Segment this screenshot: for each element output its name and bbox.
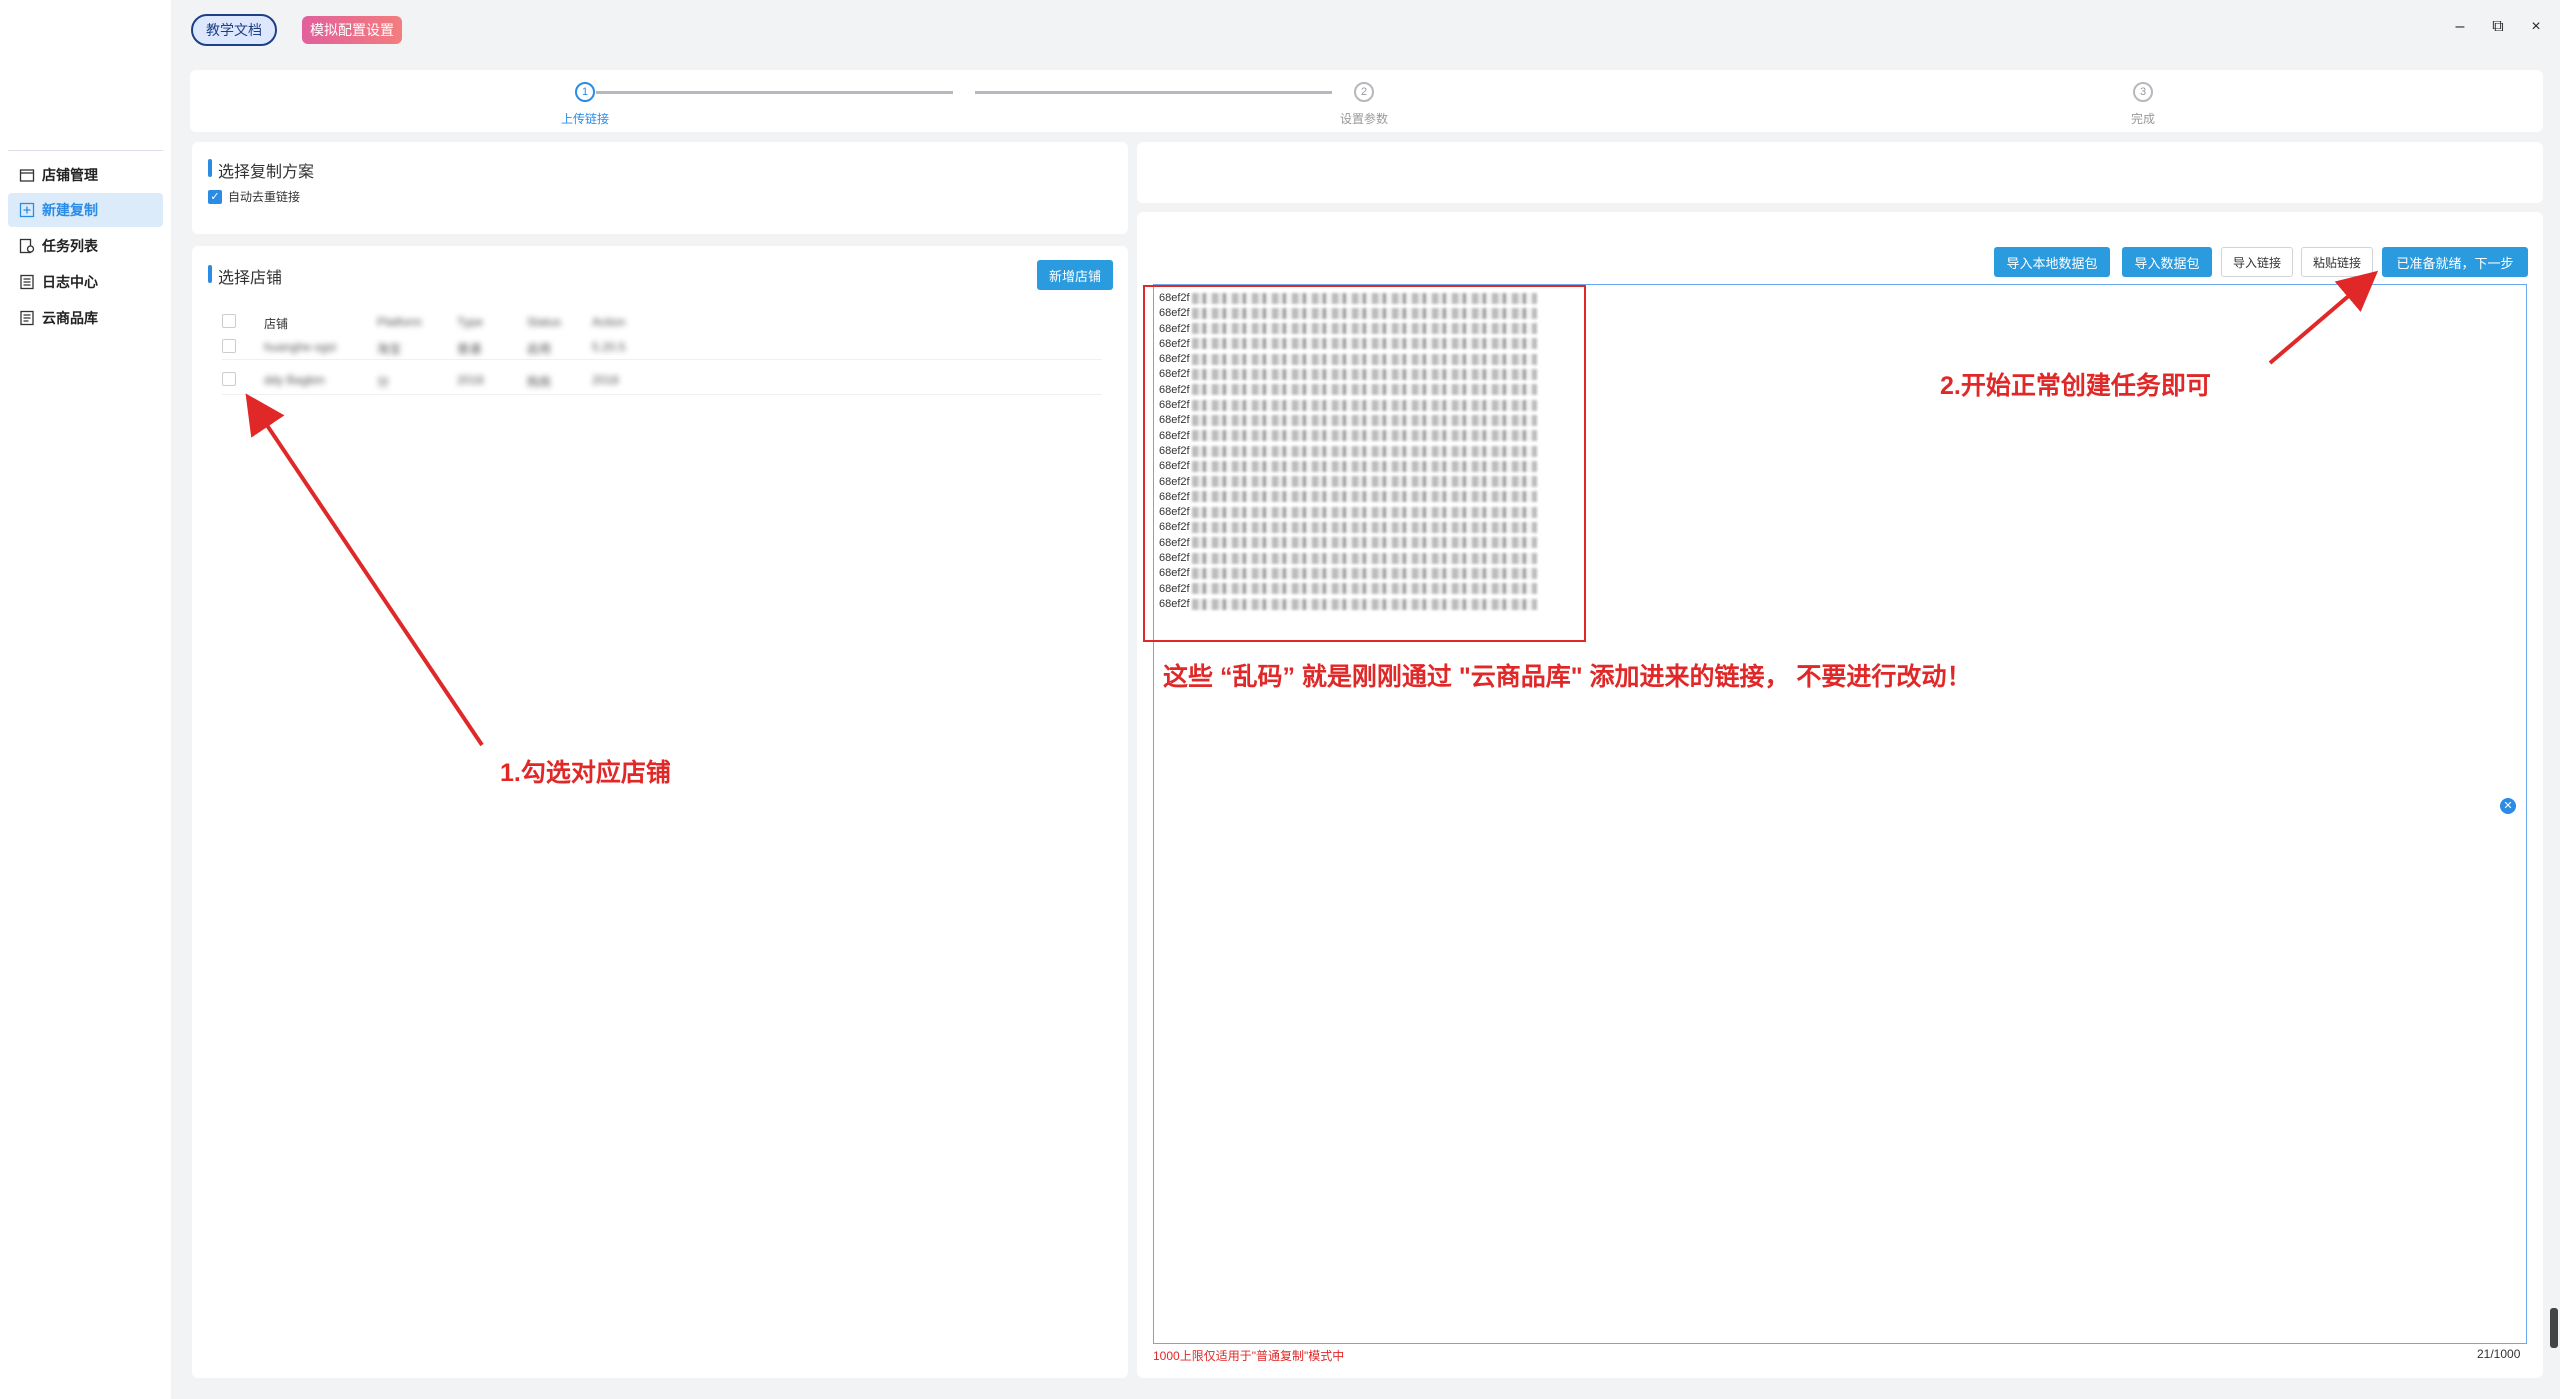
annotation-arrows [245, 270, 2379, 747]
scrollbar-thumb[interactable] [2550, 1308, 2558, 1348]
arrow-to-next-button [2268, 270, 2379, 365]
arrow-to-store-checkbox [245, 393, 484, 747]
